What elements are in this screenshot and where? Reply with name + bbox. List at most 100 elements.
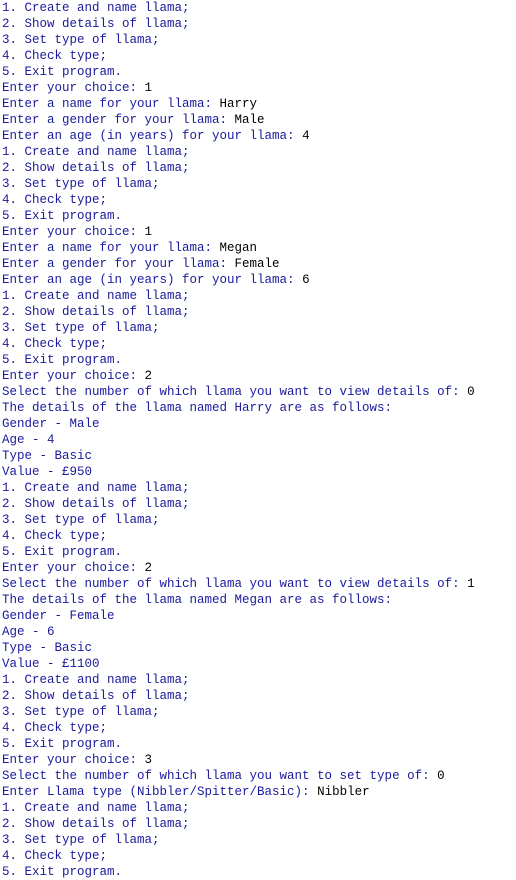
console-output-text: The details of the llama named Megan are… [2, 593, 393, 607]
console-prompt: Select the number of which llama you wan… [2, 577, 468, 591]
console-output-text: 4. Check type; [2, 721, 108, 735]
console-output-text: 2. Show details of llama; [2, 161, 190, 175]
console-output-text: 2. Show details of llama; [2, 817, 190, 831]
console-output-text: Type - Basic [2, 449, 93, 463]
console-output-text: 1. Create and name llama; [2, 1, 190, 15]
console-line: Enter your choice: 1 [2, 80, 514, 96]
console-output-text: Type - Basic [2, 641, 93, 655]
console-line: 1. Create and name llama; [2, 288, 514, 304]
console-line: Enter a gender for your llama: Female [2, 256, 514, 272]
console-line: 2. Show details of llama; [2, 16, 514, 32]
console-line: 4. Check type; [2, 848, 514, 864]
console-line: Value - £1100 [2, 656, 514, 672]
console-line: Value - £950 [2, 464, 514, 480]
console-output-text: 5. Exit program. [2, 545, 123, 559]
console-line: 4. Check type; [2, 720, 514, 736]
console-user-input: Harry [219, 97, 258, 111]
console-line: 4. Check type; [2, 528, 514, 544]
console-output-text: Age - 4 [2, 433, 55, 447]
console-prompt: Enter a name for your llama: [2, 97, 220, 111]
console-line: Enter an age (in years) for your llama: … [2, 128, 514, 144]
console-user-input: Nibbler [317, 785, 370, 799]
console-line: Enter your choice: 2 [2, 560, 514, 576]
console-user-input: 1 [467, 577, 475, 591]
console-line: 5. Exit program. [2, 736, 514, 752]
console-line: Enter a name for your llama: Megan [2, 240, 514, 256]
console-line: Enter your choice: 2 [2, 368, 514, 384]
console-line: Select the number of which llama you wan… [2, 768, 514, 784]
console-line: 1. Create and name llama; [2, 0, 514, 16]
console-output-text: 3. Set type of llama; [2, 321, 160, 335]
console-user-input: Female [234, 257, 280, 271]
console-line: The details of the llama named Megan are… [2, 592, 514, 608]
console-prompt: Enter a name for your llama: [2, 241, 220, 255]
console-output-text: 3. Set type of llama; [2, 833, 160, 847]
console-output-text: 2. Show details of llama; [2, 689, 190, 703]
console-line: Age - 4 [2, 432, 514, 448]
console-output: 1. Create and name llama; 2. Show details… [2, 0, 514, 880]
console-line: Age - 6 [2, 624, 514, 640]
console-output-text: 3. Set type of llama; [2, 705, 160, 719]
console-line: 2. Show details of llama; [2, 160, 514, 176]
console-line: The details of the llama named Harry are… [2, 400, 514, 416]
console-output-text: Value - £950 [2, 465, 93, 479]
console-prompt: Enter an age (in years) for your llama: [2, 273, 303, 287]
console-output-text: Gender - Male [2, 417, 100, 431]
console-line: 5. Exit program. [2, 864, 514, 880]
console-user-input: 2 [144, 561, 153, 575]
console-line: 4. Check type; [2, 48, 514, 64]
console-output-text: 3. Set type of llama; [2, 513, 160, 527]
console-output-text: 1. Create and name llama; [2, 801, 190, 815]
console-line: 2. Show details of llama; [2, 816, 514, 832]
console-output-text: 2. Show details of llama; [2, 305, 190, 319]
console-output-text: 4. Check type; [2, 49, 108, 63]
console-line: Gender - Female [2, 608, 514, 624]
console-user-input: 6 [302, 273, 310, 287]
console-output-text: 1. Create and name llama; [2, 145, 190, 159]
console-line: 3. Set type of llama; [2, 320, 514, 336]
console-output-text: Age - 6 [2, 625, 55, 639]
console-output-text: 2. Show details of llama; [2, 497, 190, 511]
console-line: Enter a gender for your llama: Male [2, 112, 514, 128]
console-prompt: Enter an age (in years) for your llama: [2, 129, 303, 143]
console-output-text: 4. Check type; [2, 193, 108, 207]
console-prompt: Enter your choice: [2, 81, 145, 95]
console-output-text: 3. Set type of llama; [2, 177, 160, 191]
console-output-text: 2. Show details of llama; [2, 17, 190, 31]
console-user-input: 3 [144, 753, 153, 767]
console-prompt: Enter your choice: [2, 561, 145, 575]
console-line: 5. Exit program. [2, 64, 514, 80]
console-output-text: 1. Create and name llama; [2, 673, 190, 687]
console-prompt: Enter Llama type (Nibbler/Spitter/Basic)… [2, 785, 318, 799]
console-line: Type - Basic [2, 448, 514, 464]
console-output-text: 1. Create and name llama; [2, 481, 190, 495]
console-output-text: 5. Exit program. [2, 865, 123, 879]
console-line: 1. Create and name llama; [2, 480, 514, 496]
console-line: 5. Exit program. [2, 352, 514, 368]
console-output-text: 4. Check type; [2, 337, 108, 351]
console-line: 5. Exit program. [2, 208, 514, 224]
console-line: 1. Create and name llama; [2, 672, 514, 688]
console-prompt: Enter a gender for your llama: [2, 257, 235, 271]
console-line: Enter Llama type (Nibbler/Spitter/Basic)… [2, 784, 514, 800]
console-line: Enter your choice: 1 [2, 224, 514, 240]
console-line: 5. Exit program. [2, 544, 514, 560]
console-line: Gender - Male [2, 416, 514, 432]
console-line: 3. Set type of llama; [2, 32, 514, 48]
console-line: 3. Set type of llama; [2, 704, 514, 720]
console-line: Enter a name for your llama: Harry [2, 96, 514, 112]
console-prompt: Select the number of which llama you wan… [2, 769, 438, 783]
console-line: 3. Set type of llama; [2, 176, 514, 192]
console-user-input: 2 [144, 369, 153, 383]
console-line: 3. Set type of llama; [2, 512, 514, 528]
console-line: Select the number of which llama you wan… [2, 384, 514, 400]
console-output-text: Gender - Female [2, 609, 115, 623]
console-line: 4. Check type; [2, 336, 514, 352]
console-line: 4. Check type; [2, 192, 514, 208]
console-user-input: 0 [467, 385, 475, 399]
console-line: 2. Show details of llama; [2, 688, 514, 704]
console-output-text: 4. Check type; [2, 849, 108, 863]
console-line: 2. Show details of llama; [2, 496, 514, 512]
console-output-text: 1. Create and name llama; [2, 289, 190, 303]
console-output-text: Value - £1100 [2, 657, 100, 671]
